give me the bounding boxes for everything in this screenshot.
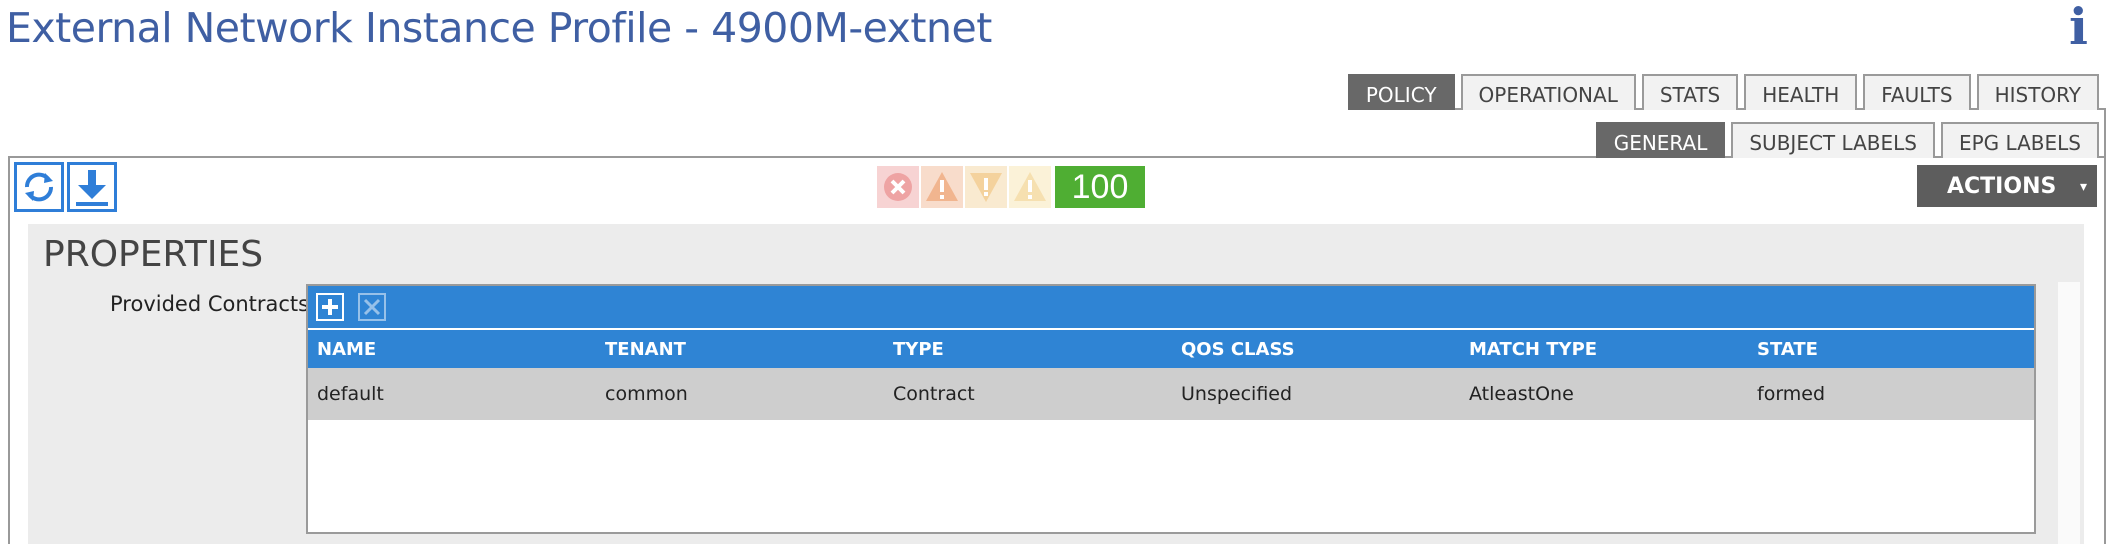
plus-icon [322,299,338,315]
scrollbar[interactable] [2058,282,2080,544]
actions-dropdown[interactable]: ACTIONS ▾ [1917,165,2097,207]
cell-type: Contract [893,383,975,405]
download-icon [76,170,108,206]
cell-qos-class: Unspecified [1181,383,1293,405]
critical-fault-icon[interactable] [877,166,919,208]
table-header: NAME TENANT TYPE QOS CLASS MATCH TYPE ST… [308,330,2034,368]
tab-stats[interactable]: STATS [1641,74,1739,110]
column-header-qos-class[interactable]: QOS CLASS [1172,339,1460,360]
info-icon[interactable]: i [2069,2,2088,52]
column-header-match-type[interactable]: MATCH TYPE [1460,339,1748,360]
cell-name: default [317,383,384,405]
download-button[interactable] [67,162,117,212]
tab-operational[interactable]: OPERATIONAL [1460,74,1636,110]
column-header-tenant[interactable]: TENANT [596,339,884,360]
sub-tabs: GENERAL SUBJECT LABELS EPG LABELS [1595,122,2099,158]
tab-subject-labels[interactable]: SUBJECT LABELS [1731,122,1935,158]
page-title: External Network Instance Profile - 4900… [6,4,992,52]
column-header-name[interactable]: NAME [308,339,596,360]
provided-contracts-label: Provided Contracts: [110,292,317,316]
page: External Network Instance Profile - 4900… [0,0,2110,544]
health-score: 100 [1055,166,1145,208]
chevron-down-icon: ▾ [2079,179,2087,195]
warning-fault-icon[interactable] [1009,166,1051,208]
provided-contracts-table: NAME TENANT TYPE QOS CLASS MATCH TYPE ST… [306,284,2036,534]
tab-health[interactable]: HEALTH [1744,74,1858,110]
minor-fault-icon[interactable] [965,166,1007,208]
main-tabs: POLICY OPERATIONAL STATS HEALTH FAULTS H… [1347,74,2099,110]
close-icon [363,298,381,316]
column-header-type[interactable]: TYPE [884,339,1172,360]
tab-policy[interactable]: POLICY [1347,74,1455,110]
refresh-button[interactable] [14,162,64,212]
cell-state: formed [1757,383,1826,405]
tab-epg-labels[interactable]: EPG LABELS [1940,122,2099,158]
cell-match-type: AtleastOne [1469,383,1574,405]
add-contract-button[interactable] [316,293,344,321]
actions-label: ACTIONS [1947,173,2057,199]
properties-heading: PROPERTIES [43,234,264,275]
properties-panel: PROPERTIES Provided Contracts: NAME TENA… [28,224,2084,544]
major-fault-icon[interactable] [921,166,963,208]
table-toolbar [308,286,2034,330]
health-summary: 100 [877,166,1145,208]
cell-tenant: common [605,383,688,405]
refresh-icon [24,172,54,202]
tab-faults[interactable]: FAULTS [1863,74,1971,110]
tab-general[interactable]: GENERAL [1595,122,1726,158]
table-row[interactable]: default common Contract Unspecified Atle… [308,368,2034,420]
delete-contract-button[interactable] [358,293,386,321]
column-header-state[interactable]: STATE [1748,339,2036,360]
tab-history[interactable]: HISTORY [1976,74,2099,110]
panel-border-right [2104,108,2106,544]
panel-border-left [8,156,10,544]
